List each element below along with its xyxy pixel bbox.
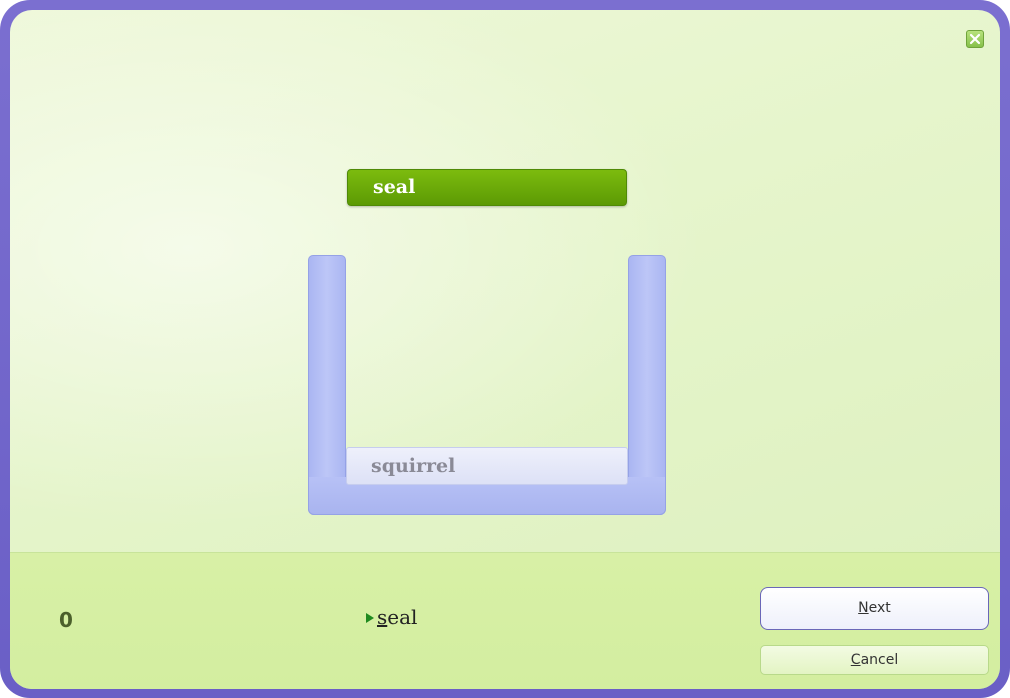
window-frame: seal squirrel 0 s eal Next Cancel [0, 0, 1010, 698]
footer-bar: 0 s eal Next Cancel [10, 552, 1000, 689]
word-bucket[interactable]: squirrel [308, 255, 666, 515]
cancel-button-accesskey: C [850, 652, 861, 668]
score-counter: 0 [59, 608, 73, 632]
current-word-rest: eal [387, 605, 418, 629]
next-button-accesskey: N [858, 600, 869, 616]
next-button-label: ext [868, 600, 891, 616]
activity-panel: seal squirrel 0 s eal Next Cancel [10, 10, 1000, 689]
draggable-word-tile[interactable]: seal [347, 169, 627, 206]
cancel-button[interactable]: Cancel [760, 645, 989, 675]
cancel-button-label: ancel [860, 652, 899, 668]
bucket-left-wall [308, 255, 346, 515]
close-x-icon [969, 33, 981, 45]
current-word-first-letter: s [377, 605, 388, 629]
current-word-audio[interactable]: s eal [366, 605, 417, 629]
play-triangle-icon [366, 613, 374, 623]
bucket-word-tile: squirrel [346, 447, 628, 485]
bucket-right-wall [628, 255, 666, 515]
next-button[interactable]: Next [760, 587, 989, 630]
close-button[interactable] [966, 30, 984, 48]
